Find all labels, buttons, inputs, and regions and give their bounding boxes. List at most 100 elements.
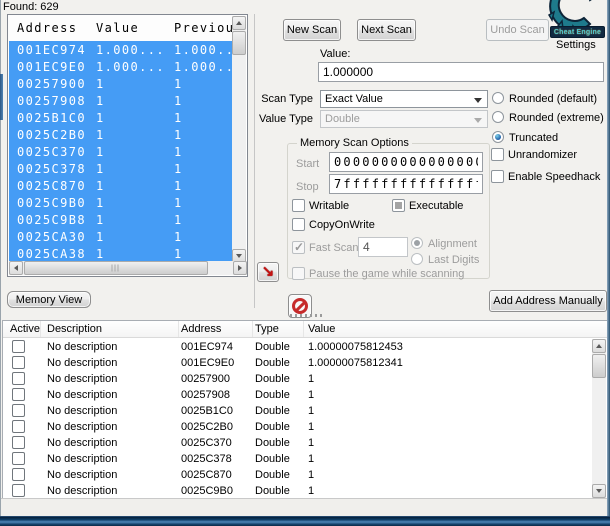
vscroll-thumb[interactable] — [592, 354, 606, 378]
address-table-row[interactable]: No description 0025B1C0 Double 1 — [3, 403, 593, 419]
found-list-vscrollbar[interactable] — [232, 16, 246, 263]
address-table-row[interactable]: No description 0025C9B0 Double 1 — [3, 483, 593, 498]
copyonwrite-checkbox[interactable] — [292, 218, 305, 231]
table-cell: No description — [47, 421, 118, 433]
found-row[interactable]: 001EC9E0 1.000... 1.000... — [9, 58, 232, 75]
found-cell: 1 — [96, 195, 105, 210]
logo-wordmark: Cheat Engine — [550, 26, 605, 38]
alignment-radio — [411, 237, 423, 249]
active-checkbox[interactable] — [12, 420, 25, 433]
found-cell: 1 — [174, 93, 183, 108]
value-type-value: Double — [325, 113, 360, 125]
found-row[interactable]: 0025CA30 1 1 — [9, 228, 232, 245]
address-table-row[interactable]: No description 0025C378 Double 1 — [3, 451, 593, 467]
found-list-hscrollbar[interactable] — [9, 261, 247, 275]
stop-address-input[interactable] — [329, 174, 483, 194]
found-cell: 0025C870 — [17, 178, 86, 193]
new-scan-button[interactable]: New Scan — [283, 19, 341, 41]
active-checkbox[interactable] — [12, 340, 25, 353]
found-row[interactable]: 0025C370 1 1 — [9, 143, 232, 160]
table-cell: 1 — [308, 389, 315, 401]
found-cell: 1 — [96, 161, 105, 176]
active-checkbox[interactable] — [12, 452, 25, 465]
found-row[interactable]: 0025C870 1 1 — [9, 177, 232, 194]
table-cell: Double — [255, 437, 290, 449]
vscroll-thumb[interactable] — [232, 31, 246, 55]
unrandomizer-checkbox[interactable] — [491, 148, 504, 161]
table-cell: 0025C9B0 — [181, 485, 233, 497]
table-cell: 00257900 — [181, 373, 230, 385]
pause-while-scanning-checkbox — [292, 267, 305, 280]
address-table-row[interactable]: No description 00257908 Double 1 — [3, 387, 593, 403]
active-checkbox[interactable] — [12, 404, 25, 417]
table-cell: 0025C870 — [181, 469, 232, 481]
table-cell: 1 — [308, 469, 315, 481]
found-row[interactable]: 0025C2B0 1 1 — [9, 126, 232, 143]
table-cell: No description — [47, 357, 118, 369]
rounded-default-radio[interactable] — [492, 92, 504, 104]
writable-checkbox[interactable] — [292, 199, 305, 212]
found-col-address[interactable]: Address — [8, 21, 96, 35]
found-col-value[interactable]: Value — [96, 21, 174, 35]
splitter-handle[interactable] — [290, 314, 324, 317]
add-address-manually-button[interactable]: Add Address Manually — [489, 290, 607, 312]
found-list-header: Address Value Previous — [8, 15, 247, 41]
table-cell: 1.00000075812341 — [308, 357, 403, 369]
executable-checkbox[interactable] — [392, 199, 405, 212]
table-cell: No description — [47, 485, 118, 497]
value-type-label: Value Type — [258, 113, 313, 125]
scroll-down-icon[interactable] — [592, 484, 606, 498]
pause-while-scanning-label: Pause the game while scanning — [309, 268, 465, 280]
fast-scan-alignment-input — [358, 237, 408, 257]
found-row[interactable]: 0025CA38 1 1 — [9, 245, 232, 262]
active-checkbox[interactable] — [12, 356, 25, 369]
table-cell: Double — [255, 357, 290, 369]
active-checkbox[interactable] — [12, 468, 25, 481]
found-row[interactable]: 0025C378 1 1 — [9, 160, 232, 177]
address-table-row[interactable]: No description 0025C2B0 Double 1 — [3, 419, 593, 435]
table-vscrollbar[interactable] — [592, 339, 606, 498]
scroll-up-icon[interactable] — [592, 339, 606, 353]
address-table-row[interactable]: No description 001EC9E0 Double 1.0000007581… — [3, 355, 593, 371]
active-checkbox[interactable] — [12, 388, 25, 401]
found-cell: 00257908 — [17, 93, 86, 108]
found-row[interactable]: 0025B1C0 1 1 — [9, 109, 232, 126]
table-cell: No description — [47, 469, 118, 481]
memory-view-button[interactable]: Memory View — [7, 291, 91, 308]
found-row[interactable]: 00257908 1 1 — [9, 92, 232, 109]
value-label: Value: — [320, 48, 351, 60]
hscroll-thumb[interactable] — [24, 261, 208, 275]
address-table-row[interactable]: No description 001EC974 Double 1.0000007581… — [3, 339, 593, 355]
found-cell: 1 — [96, 110, 105, 125]
scan-type-dropdown[interactable]: Exact Value — [320, 90, 488, 108]
value-input[interactable] — [318, 62, 604, 82]
attach-pointer-button[interactable]: ↘ — [257, 262, 279, 282]
found-row[interactable]: 001EC974 1.000... 1.000... — [9, 41, 232, 58]
found-row[interactable]: 0025C9B8 1 1 — [9, 211, 232, 228]
rounded-extreme-radio[interactable] — [492, 111, 504, 123]
next-scan-button[interactable]: Next Scan — [357, 19, 416, 41]
found-row[interactable]: 0025C9B0 1 1 — [9, 194, 232, 211]
scroll-right-icon[interactable] — [233, 261, 247, 275]
active-checkbox[interactable] — [12, 436, 25, 449]
found-cell: 001EC974 — [17, 42, 86, 57]
address-table-row[interactable]: No description 0025C370 Double 1 — [3, 435, 593, 451]
truncated-radio[interactable] — [492, 131, 504, 143]
chevron-down-icon[interactable] — [474, 98, 482, 103]
settings-link[interactable]: Settings — [556, 39, 596, 51]
scroll-up-icon[interactable] — [232, 16, 246, 30]
address-table-row[interactable]: No description 0025C870 Double 1 — [3, 467, 593, 483]
address-table-row[interactable]: No description 00257900 Double 1 — [3, 371, 593, 387]
table-cell: Double — [255, 453, 290, 465]
found-cell: 0025C2B0 — [17, 127, 86, 142]
table-cell: Double — [255, 469, 290, 481]
found-cell: 0025C378 — [17, 161, 86, 176]
found-row[interactable]: 00257900 1 1 — [9, 75, 232, 92]
active-checkbox[interactable] — [12, 484, 25, 497]
start-address-input[interactable] — [329, 152, 483, 172]
enable-speedhack-checkbox[interactable] — [491, 170, 504, 183]
scroll-left-icon[interactable] — [9, 261, 23, 275]
active-checkbox[interactable] — [12, 372, 25, 385]
window-left-border-accent — [0, 74, 3, 120]
table-cell: No description — [47, 341, 118, 353]
